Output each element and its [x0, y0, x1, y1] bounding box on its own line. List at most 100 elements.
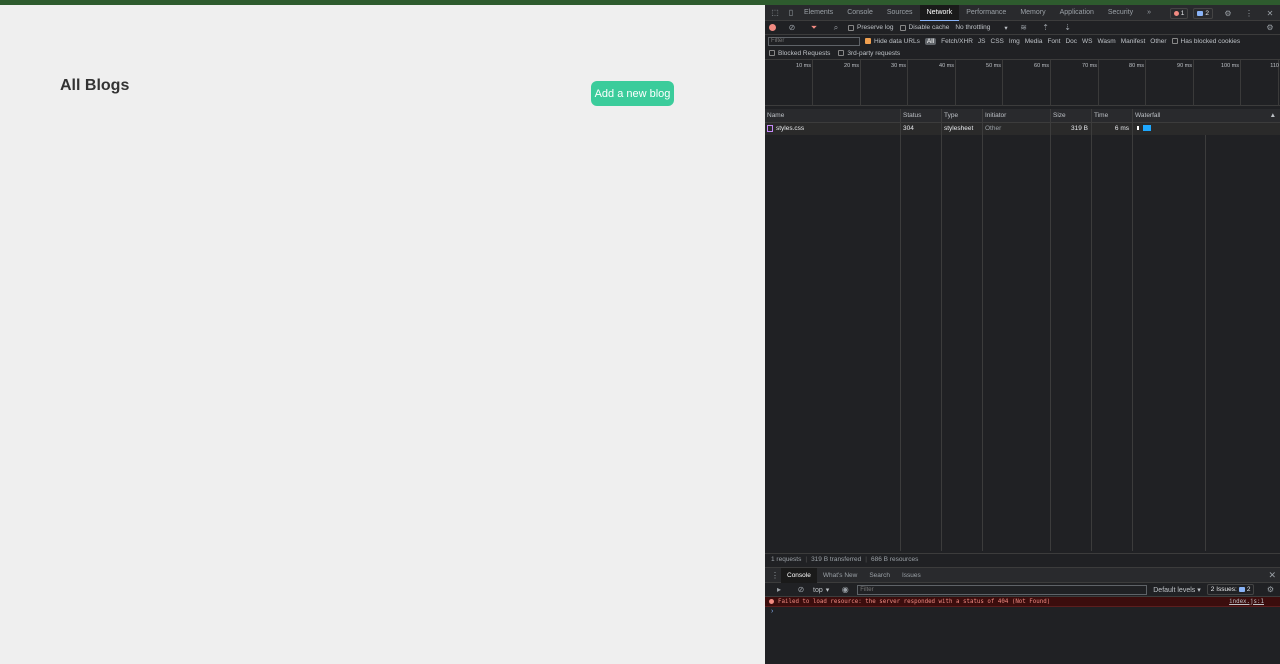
- timeline-tick: 60 ms: [1034, 60, 1051, 106]
- network-toolbar: ⊘ ⏷ ⌕ Preserve log Disable cache No thro…: [765, 21, 1280, 35]
- timeline-tick: 10 ms: [796, 60, 813, 106]
- tab-application[interactable]: Application: [1053, 5, 1101, 21]
- filter-other[interactable]: Other: [1150, 38, 1166, 45]
- filter-manifest[interactable]: Manifest: [1121, 38, 1146, 45]
- error-icon: [769, 599, 774, 604]
- filter-doc[interactable]: Doc: [1065, 38, 1077, 45]
- drawer-tab-console[interactable]: Console: [781, 567, 817, 583]
- issues-badge[interactable]: 2: [1193, 7, 1213, 19]
- eye-icon[interactable]: ◉: [839, 584, 851, 596]
- timeline-tick: 40 ms: [939, 60, 956, 106]
- devtools-right-controls: 1 2 ⚙ ⋮ ✕: [1169, 7, 1276, 19]
- waterfall-bar: [1143, 125, 1151, 132]
- chevron-down-icon: ▾: [825, 586, 830, 594]
- throttling-select[interactable]: No throttling ▾: [955, 24, 1007, 32]
- drawer-tab-issues[interactable]: Issues: [896, 568, 927, 583]
- import-har-icon[interactable]: ⇡: [1040, 22, 1052, 34]
- more-tabs-icon[interactable]: »: [1140, 5, 1158, 21]
- console-error-message[interactable]: Failed to load resource: the server resp…: [765, 597, 1280, 607]
- summary-transferred: 319 B transferred: [811, 556, 862, 563]
- console-filter-input[interactable]: Filter: [857, 584, 1148, 595]
- gear-icon[interactable]: ⚙: [1222, 7, 1234, 19]
- hide-data-urls-checkbox[interactable]: Hide data URLs: [865, 38, 920, 45]
- close-drawer-icon[interactable]: ✕: [1268, 570, 1276, 581]
- chevron-down-icon: ▾: [1004, 24, 1008, 32]
- col-waterfall[interactable]: Waterfall ▲: [1133, 109, 1280, 122]
- network-summary-bar: 1 requests | 319 B transferred | 686 B r…: [765, 553, 1280, 565]
- clear-icon[interactable]: ⊘: [786, 22, 798, 34]
- sort-up-icon: ▲: [1269, 112, 1276, 119]
- filter-fetch-xhr[interactable]: Fetch/XHR: [941, 38, 973, 45]
- console-drawer: ⋮ Console What's New Search Issues ✕ ▸ ⊘…: [765, 567, 1280, 664]
- col-type[interactable]: Type: [942, 109, 983, 122]
- has-blocked-cookies-checkbox[interactable]: Has blocked cookies: [1171, 38, 1240, 45]
- sidebar-toggle-icon[interactable]: ▸: [773, 584, 785, 596]
- network-settings-icon[interactable]: ⚙: [1264, 22, 1276, 34]
- filter-icon[interactable]: ⏷: [808, 22, 820, 34]
- filter-js[interactable]: JS: [978, 38, 986, 45]
- console-prompt[interactable]: ›: [765, 607, 1280, 617]
- filter-wasm[interactable]: Wasm: [1098, 38, 1116, 45]
- tab-elements[interactable]: Elements: [797, 5, 840, 21]
- filter-css[interactable]: CSS: [991, 38, 1004, 45]
- disable-cache-checkbox[interactable]: Disable cache: [899, 24, 949, 31]
- tab-performance[interactable]: Performance: [959, 5, 1013, 21]
- context-select[interactable]: top ▾: [813, 586, 829, 594]
- col-status[interactable]: Status: [901, 109, 942, 122]
- error-source-link[interactable]: index.js:1: [1229, 599, 1264, 605]
- checkbox-box: [899, 24, 906, 31]
- drawer-tabbar: ⋮ Console What's New Search Issues ✕: [765, 567, 1280, 583]
- timeline-tick: 100 ms: [1221, 60, 1241, 106]
- export-har-icon[interactable]: ⇣: [1062, 22, 1074, 34]
- preserve-log-checkbox[interactable]: Preserve log: [848, 24, 894, 31]
- checkbox-box: [769, 50, 775, 57]
- filter-all[interactable]: All: [924, 38, 937, 45]
- network-filter-input[interactable]: Filter: [768, 37, 860, 46]
- error-badge[interactable]: 1: [1169, 7, 1189, 19]
- tab-memory[interactable]: Memory: [1013, 5, 1052, 21]
- summary-resources: 686 B resources: [871, 556, 919, 563]
- timeline-tick: 30 ms: [891, 60, 908, 106]
- log-levels-select[interactable]: Default levels ▾: [1153, 586, 1201, 594]
- table-row[interactable]: styles.css 304 stylesheet Other 319 B 6 …: [765, 123, 1280, 135]
- console-settings-icon[interactable]: ⚙: [1264, 584, 1276, 596]
- add-blog-button[interactable]: Add a new blog: [591, 81, 674, 106]
- search-icon[interactable]: ⌕: [830, 22, 842, 34]
- checkbox-box: [838, 50, 845, 57]
- tab-security[interactable]: Security: [1101, 5, 1140, 21]
- column-dividers: [765, 135, 1206, 551]
- tab-console[interactable]: Console: [840, 5, 880, 21]
- network-conditions-icon[interactable]: ≋: [1018, 22, 1030, 34]
- tab-sources[interactable]: Sources: [880, 5, 920, 21]
- filter-img[interactable]: Img: [1009, 38, 1020, 45]
- col-size[interactable]: Size: [1051, 109, 1092, 122]
- console-issues-badge[interactable]: 2 Issues: 2: [1206, 584, 1255, 595]
- col-name[interactable]: Name: [765, 109, 901, 122]
- filter-font[interactable]: Font: [1047, 38, 1060, 45]
- clear-console-icon[interactable]: ⊘: [795, 584, 807, 596]
- close-icon[interactable]: ✕: [1264, 7, 1276, 19]
- device-toolbar-icon[interactable]: ▯: [785, 7, 797, 19]
- third-party-checkbox[interactable]: 3rd-party requests: [838, 50, 900, 57]
- request-size: 319 B: [1051, 123, 1092, 135]
- kebab-menu-icon[interactable]: ⋮: [1243, 7, 1255, 19]
- blocked-row: Blocked Requests 3rd-party requests: [765, 48, 1280, 60]
- col-initiator[interactable]: Initiator: [983, 109, 1051, 122]
- request-type: stylesheet: [942, 123, 983, 135]
- drawer-menu-icon[interactable]: ⋮: [769, 569, 781, 581]
- page-content: All Blogs Add a new blog: [0, 5, 765, 664]
- filter-media[interactable]: Media: [1025, 38, 1043, 45]
- filter-row: Filter Hide data URLs All Fetch/XHR JS C…: [765, 35, 1280, 48]
- filter-ws[interactable]: WS: [1082, 38, 1092, 45]
- error-icon: [1173, 10, 1179, 16]
- drawer-tab-search[interactable]: Search: [863, 568, 896, 583]
- blocked-requests-checkbox[interactable]: Blocked Requests: [769, 50, 830, 57]
- record-icon[interactable]: [769, 24, 776, 31]
- error-text: Failed to load resource: the server resp…: [778, 598, 1051, 605]
- network-overview-timeline[interactable]: 10 ms 20 ms 30 ms 40 ms 50 ms 60 ms 70 m…: [765, 60, 1280, 106]
- col-time[interactable]: Time: [1092, 109, 1133, 122]
- tab-network[interactable]: Network: [919, 4, 960, 21]
- inspect-element-icon[interactable]: ⬚: [769, 7, 781, 19]
- drawer-tab-whats-new[interactable]: What's New: [817, 568, 863, 583]
- checkbox-box: [1171, 38, 1178, 45]
